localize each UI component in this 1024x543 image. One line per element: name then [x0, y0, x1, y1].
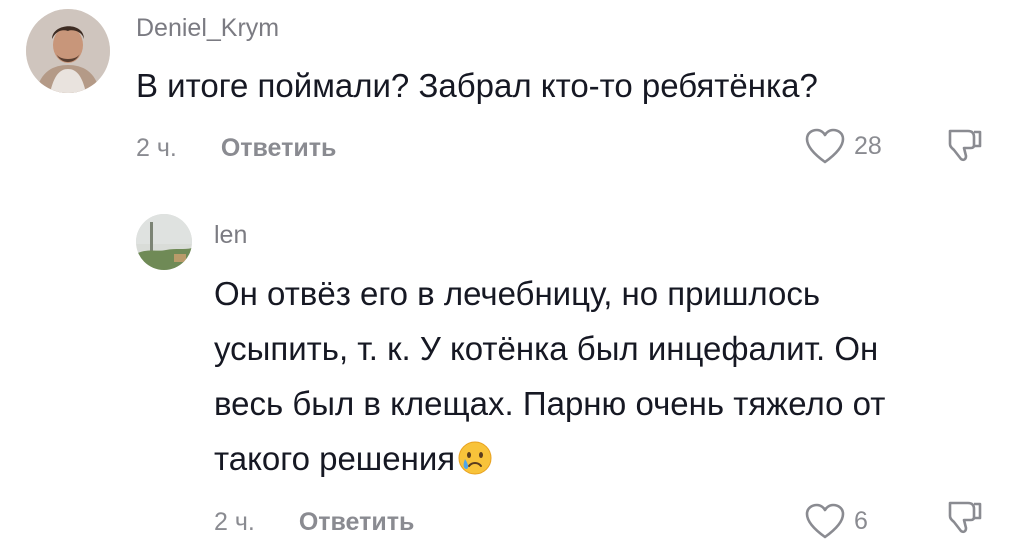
comment-meta: 2 ч. Ответить	[136, 134, 336, 163]
comment-2: len Он отвёз его в лечебницу, но пришлос…	[0, 190, 1024, 541]
username[interactable]: Deniel_Krym	[136, 14, 279, 43]
like-count: 6	[854, 506, 868, 535]
crying-face-emoji	[457, 437, 493, 492]
comment-1: Deniel_Krym В итоге поймали? Забрал кто-…	[0, 0, 1024, 190]
heart-outline-icon	[805, 503, 845, 539]
dislike-button[interactable]	[944, 126, 984, 171]
username[interactable]: len	[214, 221, 247, 250]
comment-line: весь был в клещах. Парню очень тяжело от	[214, 385, 886, 422]
reply-button[interactable]: Ответить	[221, 134, 337, 163]
comment-line: такого решения	[214, 440, 456, 477]
comment-line-last: такого решения	[214, 431, 1014, 492]
comment-meta: 2 ч. Ответить	[214, 508, 414, 537]
like-button[interactable]: 6	[804, 502, 868, 540]
avatar[interactable]	[26, 9, 110, 93]
dislike-button[interactable]	[944, 498, 984, 543]
timestamp: 2 ч.	[136, 134, 177, 162]
comment-text: В итоге поймали? Забрал кто-то ребятёнка…	[136, 67, 818, 104]
heart-outline-icon	[805, 128, 845, 164]
reply-button[interactable]: Ответить	[299, 508, 415, 537]
timestamp: 2 ч.	[214, 508, 255, 536]
like-count: 28	[854, 131, 882, 160]
comment-text: Он отвёз его в лечебницу, но пришлось ус…	[214, 266, 1014, 492]
like-button[interactable]: 28	[804, 127, 882, 165]
comment-line: усыпить, т. к. У котёнка был инцефалит. …	[214, 330, 879, 367]
thumbs-down-icon	[948, 501, 982, 534]
avatar[interactable]	[136, 214, 192, 270]
thumbs-down-icon	[948, 129, 982, 162]
comment-line: Он отвёз его в лечебницу, но пришлось	[214, 275, 821, 312]
